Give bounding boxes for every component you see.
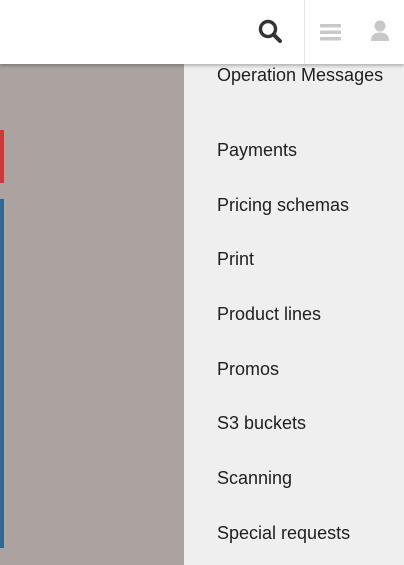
menu-button[interactable] (317, 18, 345, 46)
drawer-item-operation-messages[interactable]: Operation Messages (217, 65, 397, 85)
drawer-item-special-requests[interactable]: Special requests (217, 523, 397, 543)
topbar-divider (304, 0, 305, 64)
hamburger-menu-icon (320, 24, 341, 41)
drawer-item-payments[interactable]: Payments (217, 140, 397, 160)
red-card-edge (0, 130, 4, 183)
blue-card-edge (0, 199, 4, 548)
user-icon (371, 20, 389, 41)
drawer-item-print[interactable]: Print (217, 249, 397, 269)
drawer-item-promos[interactable]: Promos (217, 359, 397, 379)
user-button[interactable] (368, 18, 392, 46)
navigation-drawer: Operation Messages Payments Pricing sche… (184, 64, 404, 565)
drawer-item-product-lines[interactable]: Product lines (217, 304, 397, 324)
drawer-item-pricing-schemas[interactable]: Pricing schemas (217, 195, 397, 215)
search-button[interactable] (255, 16, 287, 48)
drawer-item-scanning[interactable]: Scanning (217, 468, 397, 488)
drawer-item-s3-buckets[interactable]: S3 buckets (217, 413, 397, 433)
search-icon (258, 19, 282, 43)
top-bar (0, 0, 404, 64)
